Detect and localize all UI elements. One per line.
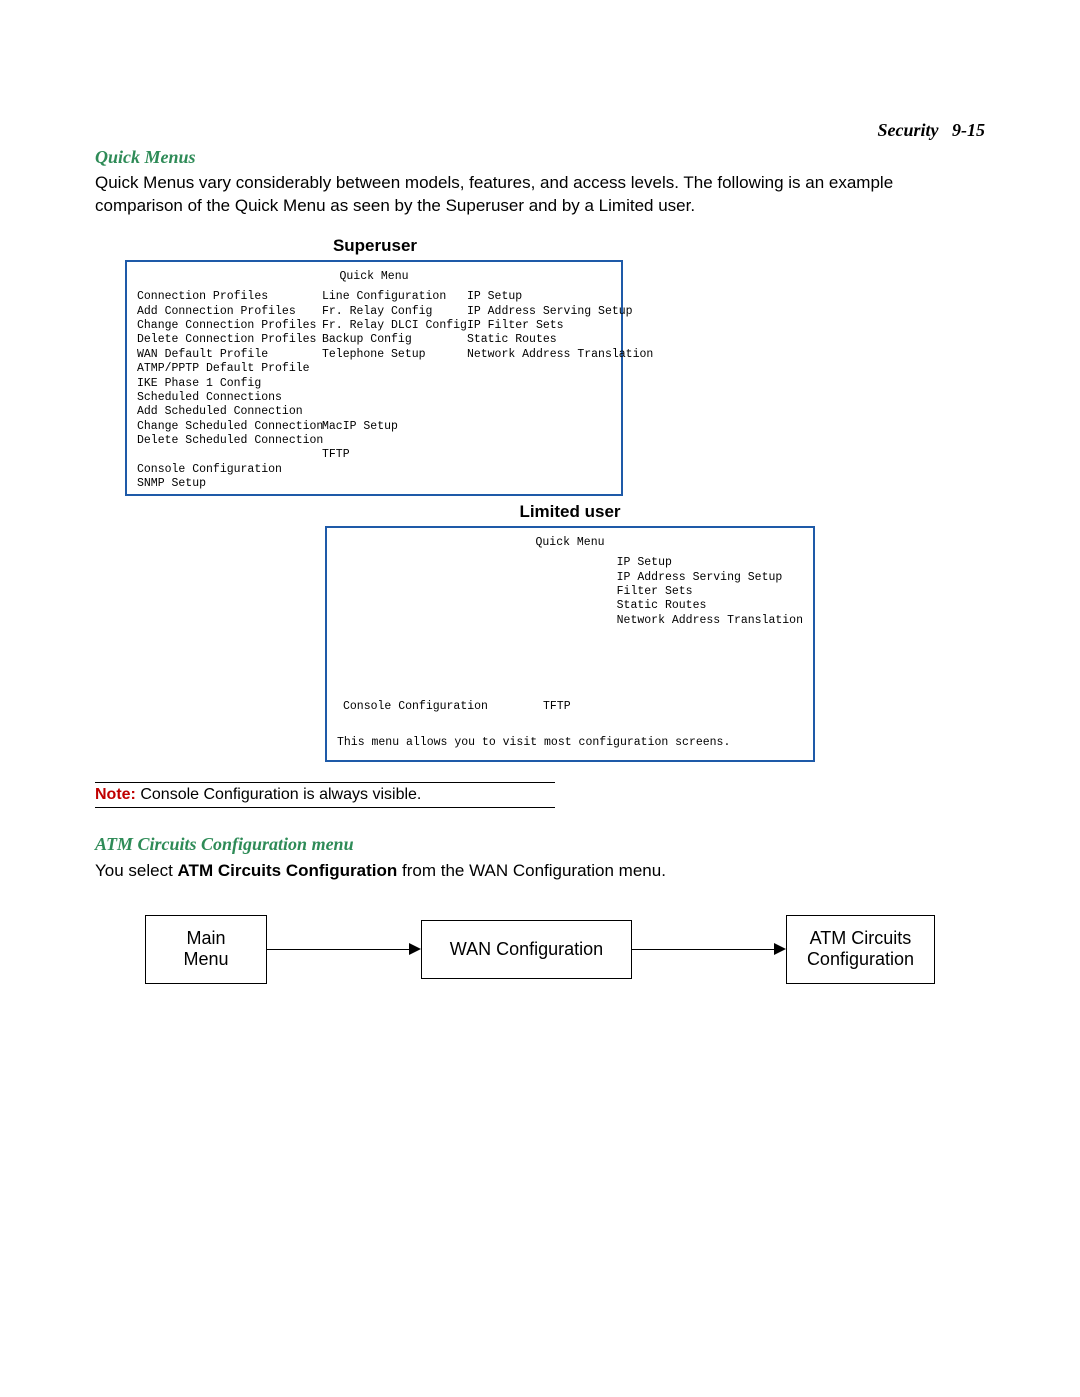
menu-item: IP Setup — [467, 290, 653, 304]
superuser-screen-title: Quick Menu — [137, 270, 611, 284]
menu-item: ATMP/PPTP Default Profile — [137, 362, 322, 376]
menu-item: Network Address Translation — [467, 348, 653, 362]
bold-text: ATM Circuits Configuration — [178, 861, 398, 880]
flow-box-line: Main — [166, 928, 246, 950]
superuser-col3: IP Setup IP Address Serving Setup IP Fil… — [467, 290, 653, 491]
note-rule-top — [95, 782, 555, 783]
menu-item: Add Scheduled Connection — [137, 405, 322, 419]
limited-screen-title: Quick Menu — [337, 536, 803, 550]
note-label: Note: — [95, 786, 136, 803]
page: Security 9-15 Quick Menus Quick Menus va… — [0, 0, 1080, 1397]
note-block: Note: Console Configuration is always vi… — [95, 782, 555, 808]
text: from the WAN Configuration menu. — [397, 861, 666, 880]
note-body: Console Configuration is always visible. — [136, 786, 421, 803]
menu-item: Static Routes — [467, 333, 653, 347]
limited-user-screen: Quick Menu IP Setup IP Address Serving S… — [325, 526, 815, 762]
flow-box-line: ATM Circuits — [807, 928, 914, 950]
limited-user-label: Limited user — [519, 502, 620, 521]
limited-footer: This menu allows you to visit most confi… — [337, 736, 803, 750]
menu-item: IP Filter Sets — [467, 319, 653, 333]
quick-menus-paragraph: Quick Menus vary considerably between mo… — [95, 172, 985, 218]
chapter-name: Security — [878, 120, 939, 140]
flow-box-main-menu: Main Menu — [145, 915, 267, 984]
flow-box-line: WAN Configuration — [450, 939, 603, 959]
atm-section: ATM Circuits Configuration menu You sele… — [95, 834, 985, 984]
flow-box-atm-circuits: ATM Circuits Configuration — [786, 915, 935, 984]
menu-item: Change Connection Profiles — [137, 319, 322, 333]
flow-box-line: Configuration — [807, 949, 914, 971]
page-header: Security 9-15 — [95, 120, 985, 141]
menu-item: Delete Scheduled Connection — [137, 434, 322, 448]
superuser-columns: Connection Profiles Add Connection Profi… — [137, 290, 611, 491]
limited-top-row: IP Setup IP Address Serving Setup Filter… — [337, 556, 803, 628]
superuser-col1: Connection Profiles Add Connection Profi… — [137, 290, 322, 491]
menu-item: Change Scheduled Connection — [137, 420, 322, 434]
text: You select — [95, 861, 178, 880]
section-heading-quick-menus: Quick Menus — [95, 147, 985, 168]
menu-item: IP Address Serving Setup — [617, 571, 803, 585]
limited-mid-row: Console Configuration TFTP — [337, 700, 803, 714]
section-heading-atm: ATM Circuits Configuration menu — [95, 834, 985, 855]
menu-item: Fr. Relay Config — [322, 305, 467, 319]
limited-right-col: IP Setup IP Address Serving Setup Filter… — [617, 556, 803, 628]
menu-item: Delete Connection Profiles — [137, 333, 322, 347]
flow-box-line: Menu — [166, 949, 246, 971]
menu-item: IP Address Serving Setup — [467, 305, 653, 319]
atm-sentence: You select ATM Circuits Configuration fr… — [95, 861, 985, 881]
flow-box-wan-config: WAN Configuration — [421, 920, 632, 980]
note-rule-bottom — [95, 807, 555, 808]
menu-item: IP Setup — [617, 556, 803, 570]
menu-item: IKE Phase 1 Config — [137, 377, 322, 391]
menu-item: Line Configuration — [322, 290, 467, 304]
menu-item: Telephone Setup — [322, 348, 467, 362]
arrow-icon — [267, 943, 421, 955]
menu-item: TFTP — [322, 448, 467, 462]
menu-item: TFTP — [543, 700, 571, 714]
menu-item: Fr. Relay DLCI Config — [322, 319, 467, 333]
menu-item: Console Configuration — [337, 700, 543, 714]
menu-item: Connection Profiles — [137, 290, 322, 304]
menu-item: MacIP Setup — [322, 420, 467, 434]
note-text: Note: Console Configuration is always vi… — [95, 786, 555, 804]
menu-item: Backup Config — [322, 333, 467, 347]
menu-item: Static Routes — [617, 599, 803, 613]
superuser-screen: Quick Menu Connection Profiles Add Conne… — [125, 260, 623, 496]
superuser-col2: Line Configuration Fr. Relay Config Fr. … — [322, 290, 467, 491]
menu-item: WAN Default Profile — [137, 348, 322, 362]
superuser-label: Superuser — [333, 236, 417, 255]
nav-flow-diagram: Main Menu WAN Configuration ATM Circuits… — [95, 915, 985, 984]
menu-item: Console Configuration — [137, 463, 322, 477]
page-number: 9-15 — [952, 120, 985, 140]
menu-item: Network Address Translation — [617, 614, 803, 628]
arrow-icon — [632, 943, 786, 955]
menu-item: Add Connection Profiles — [137, 305, 322, 319]
superuser-label-wrap: Superuser — [125, 236, 625, 256]
menu-item: SNMP Setup — [137, 477, 322, 491]
limited-label-wrap: Limited user — [325, 502, 815, 522]
menu-item: Scheduled Connections — [137, 391, 322, 405]
menu-item: Filter Sets — [617, 585, 803, 599]
